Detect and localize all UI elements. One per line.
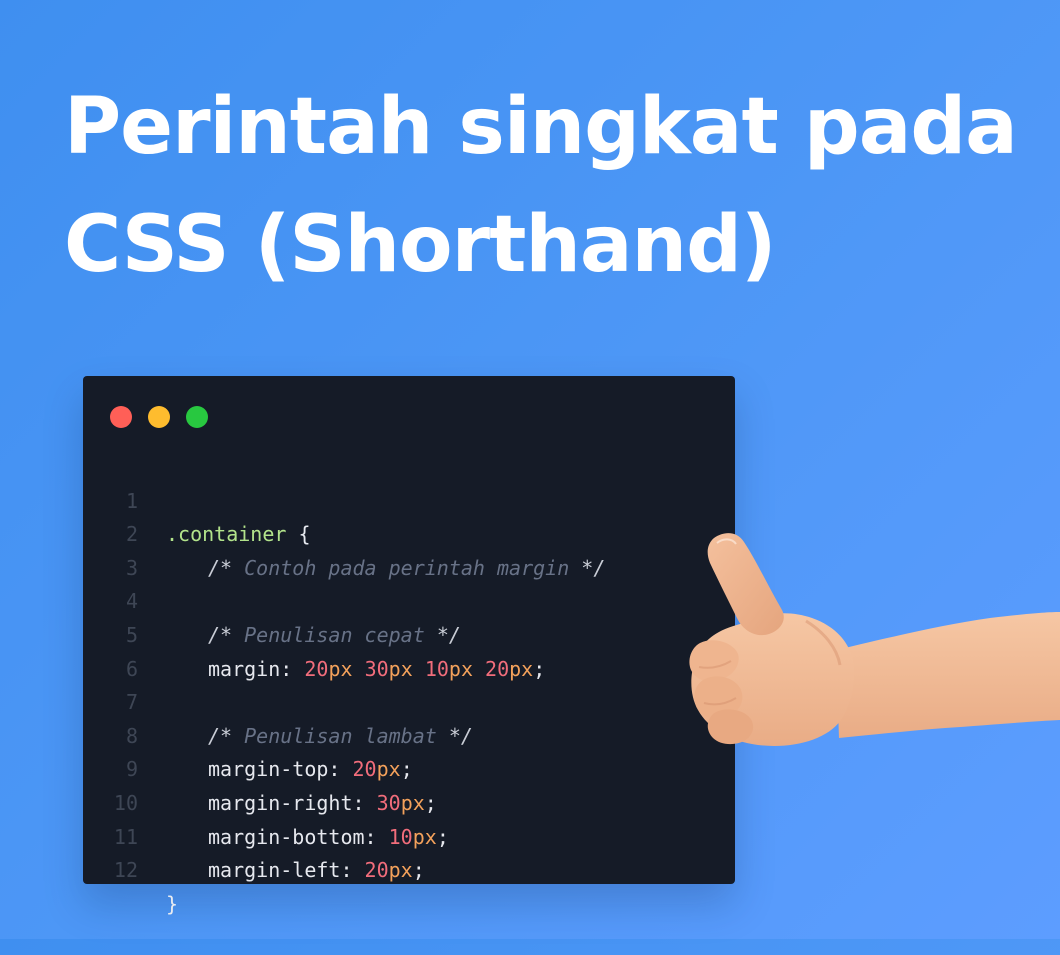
headline-line-1: Perintah singkat pada: [64, 82, 1018, 172]
thumbs-up-hand-icon: [689, 533, 1060, 746]
maximize-dot-icon: [186, 406, 208, 428]
code-line-5: 5 margin: 20px 30px 10px 20px;: [0, 585, 735, 681]
code-line-12: 12 }: [0, 821, 735, 916]
code-line-6: 6: [0, 619, 735, 681]
close-brace: }: [166, 891, 179, 916]
semicolon: ;: [412, 858, 425, 883]
code-line-8: 8 margin-top: 20px;: [0, 686, 735, 782]
code-line-9: 9 margin-right: 30px;: [0, 720, 735, 815]
line-content: }: [166, 888, 178, 922]
code-line-11: 11 margin-left: 20px;: [0, 787, 735, 883]
line-number: 12: [113, 858, 138, 883]
code-line-7: 7 /* Penulisan lambat */: [0, 653, 735, 748]
value-number: 20: [364, 858, 389, 883]
code-block: 1 .container { 2 /* Contoh pada perintah…: [0, 451, 735, 916]
code-line-10: 10 margin-bottom: 10px;: [0, 753, 735, 849]
close-dot-icon: [110, 406, 132, 428]
css-property: margin-left: [208, 858, 341, 883]
colon: :: [340, 858, 353, 883]
minimize-dot-icon: [148, 406, 170, 428]
headline: Perintah singkat pada CSS (Shorthand): [64, 68, 1024, 304]
code-line-1: 1 .container {: [0, 451, 735, 547]
value-unit: px: [388, 858, 413, 883]
code-line-4: 4 /* Penulisan cepat */: [0, 552, 735, 647]
window-controls: [110, 406, 208, 428]
line-content: margin-left: 20px;: [166, 854, 425, 888]
code-line-2: 2 /* Contoh pada perintah margin */: [0, 485, 735, 580]
headline-line-2: CSS (Shorthand): [64, 200, 777, 290]
code-line-3: 3: [0, 518, 735, 580]
